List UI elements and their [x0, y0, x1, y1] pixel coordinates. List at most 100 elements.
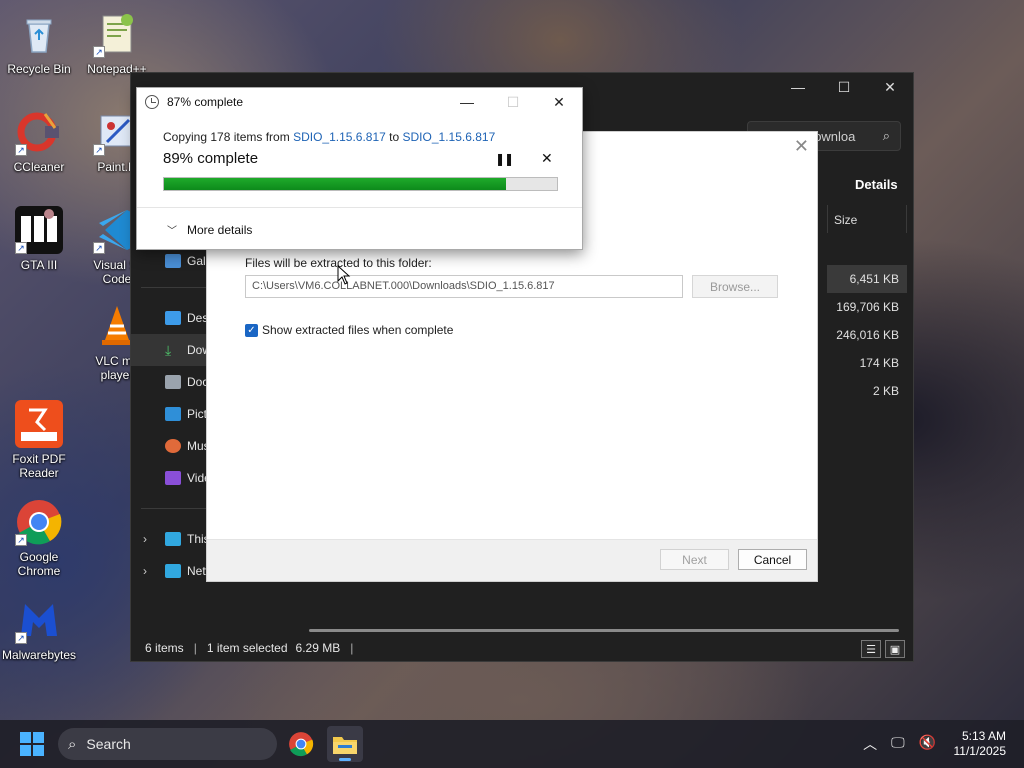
- desktop-icon-label: Recycle Bin: [7, 62, 71, 76]
- copy-prefix: Copying 178 items from: [163, 130, 290, 144]
- next-button[interactable]: Next: [660, 549, 729, 570]
- ccleaner-icon: ↗: [15, 108, 63, 156]
- chevron-down-icon: ﹀: [167, 226, 177, 237]
- system-tray: ︿ 🖵 🔇: [863, 734, 936, 754]
- status-separator: |: [350, 641, 354, 655]
- pause-button[interactable]: ❚❚: [495, 152, 514, 166]
- maximize-button: ☐: [506, 93, 520, 110]
- clock-time: 5:13 AM: [961, 729, 1006, 743]
- desktop-icon-foxit-pdf-reader[interactable]: Foxit PDF Reader: [0, 400, 78, 480]
- music-icon: [165, 439, 181, 453]
- details-view-icon[interactable]: ☰: [861, 640, 881, 658]
- minimize-button[interactable]: —: [775, 73, 821, 101]
- windows-logo-tile: [20, 732, 31, 743]
- desktop-icon-ccleaner[interactable]: ↗ CCleaner: [0, 108, 78, 174]
- minimize-button[interactable]: —: [444, 88, 490, 116]
- pictures-icon: [165, 407, 181, 421]
- volume-muted-icon[interactable]: 🔇: [919, 734, 936, 754]
- desktop-icon-label: GTA III: [20, 258, 58, 272]
- browse-button[interactable]: Browse...: [692, 275, 778, 298]
- start-button[interactable]: [20, 732, 44, 756]
- close-button[interactable]: ✕: [867, 73, 913, 101]
- progress-bar: [163, 177, 558, 191]
- taskbar-chrome-button[interactable]: [283, 726, 319, 762]
- desktop-icon-label: Google Chrome: [17, 550, 61, 578]
- desktop-icon-label: Foxit PDF Reader: [12, 452, 66, 480]
- shortcut-arrow-icon: ↗: [15, 534, 27, 546]
- desktop-icon-malwarebytes[interactable]: ↗ Malwarebytes: [0, 596, 78, 662]
- desktop-icon-label: CCleaner: [13, 160, 65, 174]
- checkbox-checked-icon[interactable]: ✓: [245, 323, 258, 337]
- details-button[interactable]: Details: [855, 177, 898, 192]
- taskbar-search-label: Search: [86, 736, 131, 752]
- show-files-checkbox-row[interactable]: ✓ Show extracted files when complete: [245, 323, 453, 337]
- notepad-plus-plus-icon: ↗: [93, 10, 141, 58]
- nav-item-label: Pict: [187, 407, 208, 421]
- network-icon[interactable]: 🖵: [891, 734, 905, 754]
- folder-icon: [333, 737, 357, 754]
- copy-progress-dialog: 87% complete — ☐ ✕ Copying 178 items fro…: [136, 87, 583, 250]
- desktop-icon-notepad-plus-plus[interactable]: ↗ Notepad++: [78, 10, 156, 76]
- search-icon: ⌕: [882, 128, 890, 143]
- desktop-icon-google-chrome[interactable]: ↗ Google Chrome: [0, 498, 78, 578]
- close-icon[interactable]: ✕: [794, 136, 809, 157]
- shortcut-arrow-icon: ↗: [15, 242, 27, 254]
- explorer-status-bar: 6 items | 1 item selected 6.29 MB |: [131, 635, 913, 661]
- item-count: 6 items: [145, 641, 184, 655]
- size-column: 6,451 KB 169,706 KB 246,016 KB 174 KB 2 …: [827, 265, 907, 405]
- percent-complete: 89% complete: [163, 150, 259, 167]
- status-separator: |: [193, 641, 197, 655]
- explorer-window-controls: — ☐ ✕: [775, 73, 913, 101]
- document-icon: [165, 375, 181, 389]
- download-icon: ⤓: [165, 342, 172, 358]
- videos-icon: [165, 471, 181, 485]
- desktop-folder-icon: [165, 311, 181, 325]
- horizontal-scrollbar[interactable]: [309, 629, 899, 632]
- copy-description: Copying 178 items from SDIO_1.15.6.817 t…: [163, 130, 495, 144]
- desktop-icon-gta-iii[interactable]: ↗ GTA III: [0, 206, 78, 272]
- clock-date: 11/1/2025: [953, 744, 1007, 758]
- file-size-cell[interactable]: 246,016 KB: [827, 321, 907, 349]
- file-size-cell[interactable]: 174 KB: [827, 349, 907, 377]
- desktop-icon-recycle-bin[interactable]: Recycle Bin: [0, 10, 78, 76]
- cancel-copy-button[interactable]: ✕: [541, 150, 553, 167]
- windows-logo-tile: [33, 732, 44, 743]
- more-details-label: More details: [187, 222, 253, 237]
- taskbar-search-box[interactable]: ⌕ Search: [58, 728, 277, 760]
- network-icon: [165, 564, 181, 578]
- tiles-view-icon[interactable]: ▣: [885, 640, 905, 658]
- file-size-cell[interactable]: 169,706 KB: [827, 293, 907, 321]
- dialog-divider: [137, 207, 582, 208]
- column-header-size[interactable]: Size: [827, 205, 907, 233]
- recycle-bin-icon: [15, 10, 63, 58]
- copy-to-word: to: [389, 130, 400, 144]
- clock-icon: [145, 95, 159, 109]
- progress-bar-fill: [164, 178, 506, 190]
- chevron-right-icon[interactable]: ›: [143, 564, 147, 578]
- chrome-icon: [289, 732, 314, 757]
- source-folder-link[interactable]: SDIO_1.15.6.817: [293, 130, 386, 144]
- show-hidden-icons-chevron-icon[interactable]: ︿: [863, 734, 877, 754]
- close-button[interactable]: ✕: [536, 88, 582, 116]
- dialog-title: 87% complete: [167, 95, 244, 109]
- computer-icon: [165, 532, 181, 546]
- destination-path-input[interactable]: C:\Users\VM6.COLLABNET.000\Downloads\SDI…: [245, 275, 683, 298]
- dialog-window-controls: — ☐ ✕: [444, 88, 582, 116]
- destination-folder-link[interactable]: SDIO_1.15.6.817: [403, 130, 496, 144]
- more-details-toggle[interactable]: ﹀ More details: [167, 222, 253, 238]
- windows-logo-tile: [33, 745, 44, 756]
- shortcut-arrow-icon: ↗: [15, 144, 27, 156]
- view-toggle: ☰ ▣: [861, 640, 905, 658]
- shortcut-arrow-icon: ↗: [93, 46, 105, 58]
- file-size-cell[interactable]: 2 KB: [827, 377, 907, 405]
- maximize-button[interactable]: ☐: [821, 73, 867, 101]
- chevron-right-icon[interactable]: ›: [143, 532, 147, 546]
- shortcut-arrow-icon: ↗: [93, 242, 105, 254]
- taskbar: ⌕ Search ︿ 🖵 🔇 5:13 AM 11/1/2025: [0, 720, 1024, 768]
- selection-size: 6.29 MB: [295, 641, 341, 655]
- desktop-icon-label: Malwarebytes: [1, 648, 77, 662]
- cancel-button[interactable]: Cancel: [738, 549, 807, 570]
- taskbar-clock[interactable]: 5:13 AM 11/1/2025: [954, 729, 1007, 759]
- file-size-cell[interactable]: 6,451 KB: [827, 265, 907, 293]
- taskbar-file-explorer-button[interactable]: [327, 726, 363, 762]
